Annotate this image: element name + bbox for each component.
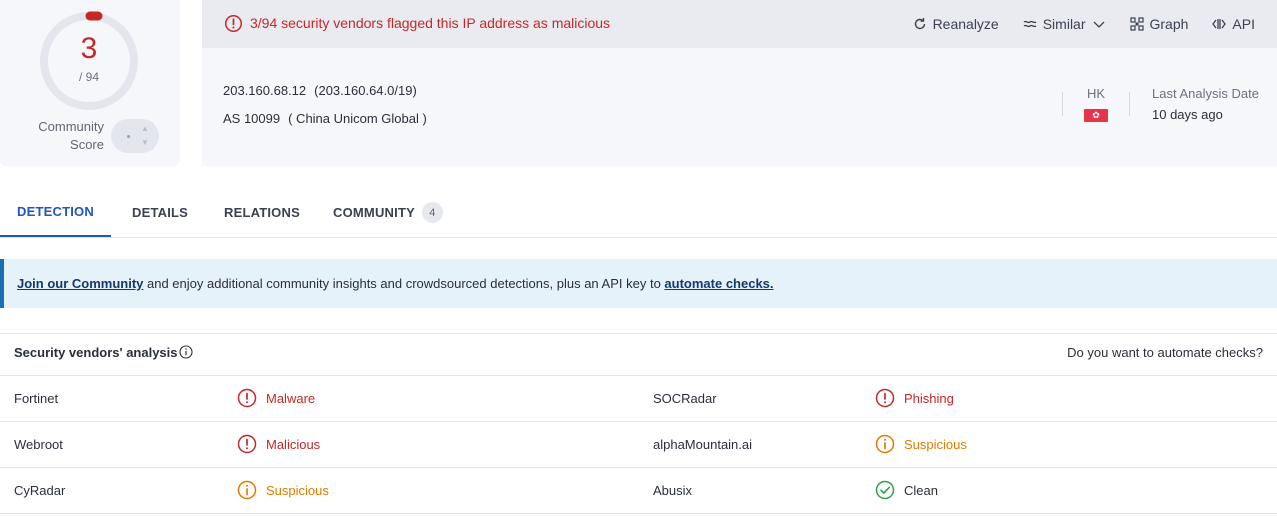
info-circle-icon (875, 434, 895, 454)
as-owner[interactable]: ( China Unicom Global ) (288, 111, 427, 126)
detections-total: / 94 (78, 70, 99, 84)
vendor-name: Webroot (14, 437, 63, 452)
detections-count: 3 (80, 32, 98, 65)
join-community-link[interactable]: Join our Community (17, 276, 143, 291)
vote-up-icon[interactable]: ▲ (141, 125, 149, 133)
info-icon[interactable] (179, 345, 193, 359)
similar-icon (1023, 20, 1037, 28)
graph-button[interactable]: Graph (1129, 16, 1188, 32)
api-button[interactable]: API (1212, 16, 1255, 32)
detection-alert-text: 3/94 security vendors flagged this IP ad… (250, 15, 611, 31)
last-analysis-label: Last Analysis Date (1152, 86, 1259, 101)
report-tabs: DETECTION DETAILS RELATIONS COMMUNITY 4 (0, 188, 1277, 238)
table-row: Fortinet Malware SOCRadar Phishing (0, 376, 1277, 422)
tab-details[interactable]: DETAILS (132, 188, 188, 237)
table-row: CyRadar Suspicious Abusix Clean (0, 468, 1277, 514)
alert-circle-icon (237, 388, 257, 408)
community-score-card: 3 / 94 Community Score ▲ ▼ (0, 0, 180, 166)
ip-address-line: 203.160.68.12 (203.160.64.0/19) (223, 83, 417, 98)
tab-detection[interactable]: DETECTION (0, 188, 111, 237)
detection-alert-bar: 3/94 security vendors flagged this IP ad… (202, 0, 1277, 48)
community-vote-toggle[interactable]: ▲ ▼ (111, 119, 159, 153)
reanalyze-button[interactable]: Reanalyze (913, 16, 999, 32)
community-banner: Join our Community and enjoy additional … (0, 259, 1277, 308)
vendor-name: Fortinet (14, 391, 59, 406)
banner-text: Join our Community and enjoy additional … (17, 276, 774, 291)
check-circle-icon (875, 480, 895, 500)
vendor-result: Suspicious (237, 480, 329, 500)
similar-dropdown[interactable]: Similar (1023, 16, 1106, 32)
hong-kong-flag-icon: ✿ (1084, 109, 1108, 122)
vendor-result: Malicious (237, 434, 320, 454)
chevron-down-icon (1093, 21, 1104, 28)
ip-summary-panel: 3/94 security vendors flagged this IP ad… (202, 0, 1277, 166)
vendor-name: Abusix (653, 483, 693, 498)
refresh-icon (914, 18, 925, 30)
api-icon (1212, 19, 1227, 29)
divider (1062, 92, 1063, 116)
vendor-result: Malware (237, 388, 315, 408)
vendor-name: SOCRadar (653, 391, 717, 406)
last-analysis-value: 10 days ago (1152, 107, 1223, 122)
header-actions: Reanalyze Similar Graph API (913, 0, 1255, 48)
vendor-result: Suspicious (875, 434, 967, 454)
automate-checks-link[interactable]: automate checks. (664, 276, 773, 291)
as-number[interactable]: AS 10099 (223, 111, 280, 126)
tab-relations[interactable]: RELATIONS (224, 188, 300, 237)
community-count-badge: 4 (421, 202, 443, 223)
graph-icon (1129, 17, 1144, 31)
vendor-name: CyRadar (14, 483, 66, 498)
ip-address[interactable]: 203.160.68.12 (223, 83, 306, 98)
info-circle-icon (237, 480, 257, 500)
automate-checks-question[interactable]: Do you want to automate checks? (1067, 345, 1263, 360)
vendors-title: Security vendors' analysis (14, 345, 178, 360)
vendor-name: alphaMountain.ai (653, 437, 753, 452)
vendors-header: Security vendors' analysis Do you want t… (0, 333, 1277, 376)
vendor-result: Clean (875, 480, 938, 500)
ip-range[interactable]: (203.160.64.0/19) (314, 83, 417, 98)
alert-circle-icon (875, 388, 895, 408)
autonomous-system-line: AS 10099 ( China Unicom Global ) (223, 111, 427, 126)
vote-dot (127, 135, 130, 138)
table-row: Webroot Malicious alphaMountain.ai Suspi… (0, 422, 1277, 468)
vote-down-icon[interactable]: ▼ (141, 139, 149, 147)
community-score-label: Community Score (38, 119, 104, 152)
tab-community[interactable]: COMMUNITY 4 (333, 188, 443, 237)
country-code: HK (1086, 86, 1106, 101)
divider (1129, 92, 1130, 116)
alert-circle-icon (224, 14, 243, 33)
vendor-result: Phishing (875, 388, 954, 408)
alert-circle-icon (237, 434, 257, 454)
